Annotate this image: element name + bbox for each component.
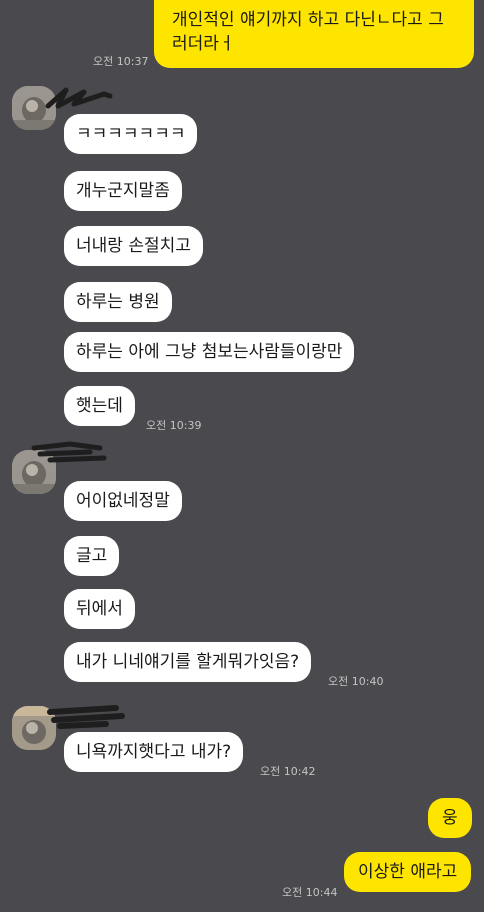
incoming-message[interactable]: 내가 니네얘기를 할게뭐가잇음? xyxy=(64,642,312,682)
message-time: 오전 10:44 xyxy=(282,886,338,899)
message-time: 오전 10:40 xyxy=(328,675,384,688)
chat-room[interactable]: 개인적인 얘기까지 하고 다닌ㄴ다고 그러더라ㅓ 오전 10:37 ㅋㅋㅋㅋㅋㅋ… xyxy=(0,0,484,912)
incoming-message[interactable]: ㅋㅋㅋㅋㅋㅋㅋ xyxy=(64,114,198,154)
incoming-message[interactable]: 햇는데 xyxy=(64,386,135,426)
incoming-message[interactable]: 니욕까지햇다고 내가? xyxy=(64,732,244,772)
outgoing-message[interactable]: 웅 xyxy=(428,798,472,838)
incoming-message[interactable]: 글고 xyxy=(64,536,120,576)
message-time: 오전 10:37 xyxy=(93,55,149,68)
incoming-message[interactable]: 하루는 아에 그냥 첨보는사람들이랑만 xyxy=(64,332,355,372)
message-time: 오전 10:42 xyxy=(260,765,316,778)
outgoing-message[interactable]: 이상한 애라고 xyxy=(344,852,472,892)
incoming-message[interactable]: 하루는 병원 xyxy=(64,282,172,322)
scribble-redaction-icon xyxy=(47,705,125,729)
incoming-message[interactable]: 개누군지말좀 xyxy=(64,171,182,211)
incoming-message[interactable]: 어이없네정말 xyxy=(64,481,182,521)
message-time: 오전 10:39 xyxy=(146,419,202,432)
scribble-redaction-icon xyxy=(45,87,113,109)
scribble-redaction-icon xyxy=(31,441,107,463)
outgoing-message[interactable]: 개인적인 얘기까지 하고 다닌ㄴ다고 그러더라ㅓ xyxy=(154,0,474,68)
incoming-message[interactable]: 너내랑 손절치고 xyxy=(64,226,203,266)
incoming-message[interactable]: 뒤에서 xyxy=(64,589,135,629)
